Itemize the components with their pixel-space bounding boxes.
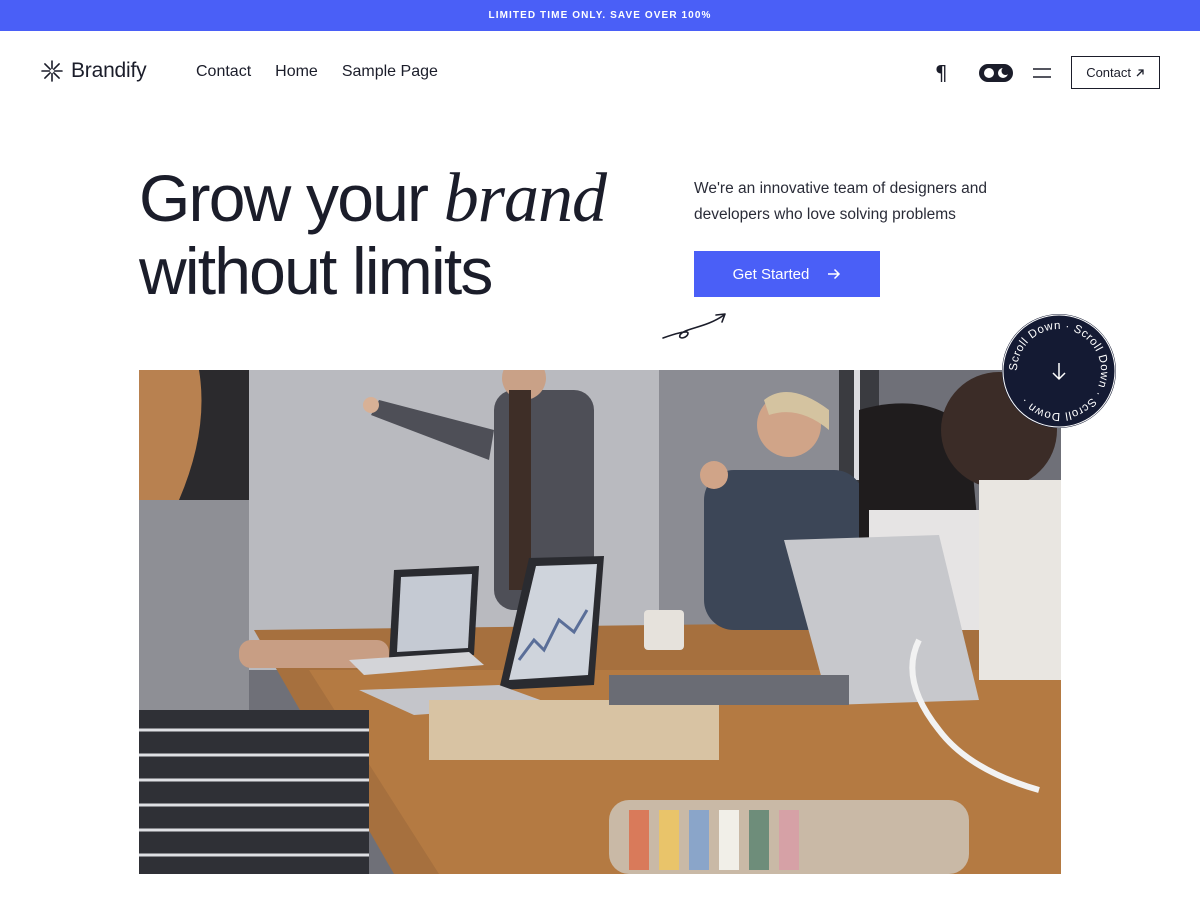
contact-button-label: Contact <box>1086 65 1131 80</box>
promo-text: LIMITED TIME ONLY. SAVE OVER 100% <box>488 10 712 21</box>
dark-mode-toggle-icon[interactable] <box>979 63 1014 82</box>
starburst-icon <box>41 60 63 82</box>
headline-line-2: without limits <box>139 234 493 308</box>
pilcrow-icon[interactable]: ¶ <box>931 57 951 89</box>
hero-intro-text: We're an innovative team of designers an… <box>694 180 988 223</box>
arrow-right-icon <box>828 268 841 280</box>
contact-button[interactable]: Contact <box>1071 56 1160 89</box>
nav-home[interactable]: Home <box>275 63 318 81</box>
headline-italic-word: brand <box>443 160 607 237</box>
brand-logo[interactable]: Brandify <box>40 59 147 83</box>
main-nav: Contact Home Sample Page <box>196 63 438 81</box>
hero-photo <box>139 370 1061 874</box>
site-header: Brandify Contact Home Sample Page ¶ Cont… <box>0 31 1200 113</box>
scroll-down-badge[interactable]: Scroll Down · Scroll Down · Scroll Down … <box>1001 313 1117 429</box>
get-started-label: Get Started <box>732 265 810 283</box>
headline-line-1: Grow your brand <box>139 160 607 237</box>
nav-sample-page[interactable]: Sample Page <box>342 63 438 81</box>
header-tools: ¶ Contact <box>931 56 1160 89</box>
get-started-button[interactable]: Get Started <box>694 251 880 297</box>
hero-headline: Grow your brand without limits <box>139 160 607 308</box>
nav-contact[interactable]: Contact <box>196 63 251 81</box>
headline-part-1: Grow your <box>139 161 444 235</box>
menu-icon[interactable] <box>1033 57 1052 89</box>
brand-name: Brandify <box>71 59 147 82</box>
squiggle-arrow-icon <box>662 313 726 339</box>
arrow-up-right-icon <box>1136 68 1144 76</box>
promo-banner: LIMITED TIME ONLY. SAVE OVER 100% <box>0 0 1200 31</box>
